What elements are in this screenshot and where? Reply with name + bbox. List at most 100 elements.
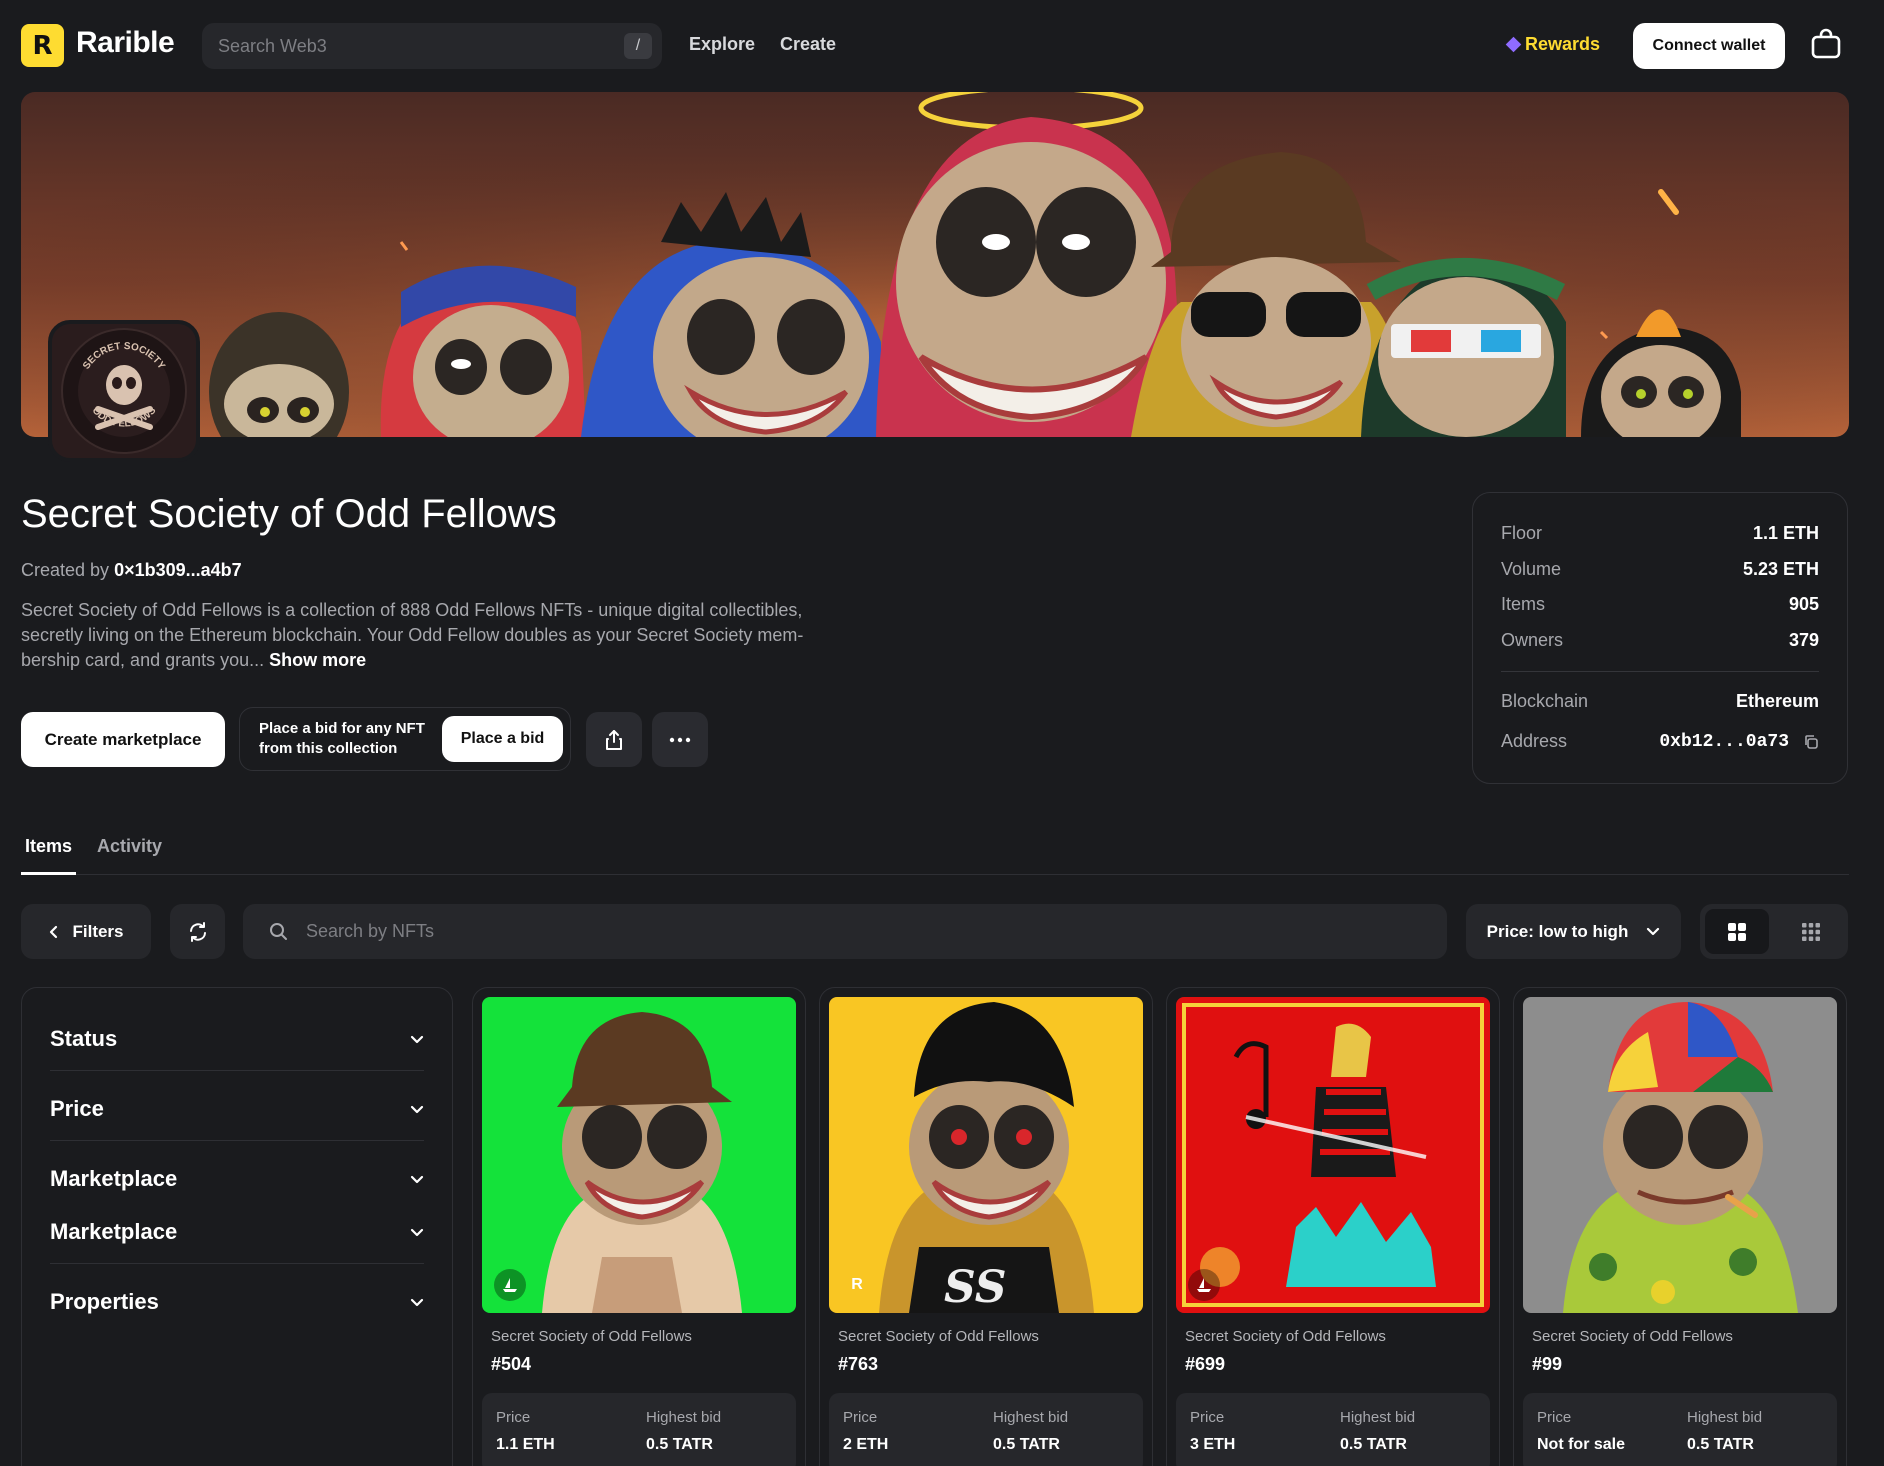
tabs-divider — [21, 874, 1849, 875]
highest-bid-label: Highest bid — [1687, 1409, 1763, 1426]
diamond-icon — [1505, 36, 1522, 53]
card-token-name[interactable]: #699 — [1185, 1354, 1225, 1375]
chevron-left-icon — [50, 925, 58, 938]
card-collection: Secret Society of Odd Fellows — [491, 1328, 692, 1345]
chevron-down-icon — [410, 1105, 424, 1113]
highest-bid-label: Highest bid — [1340, 1409, 1416, 1426]
price-label: Price — [496, 1409, 531, 1426]
chevron-down-icon — [410, 1035, 424, 1043]
card-price-box: Price 3 ETH Highest bid 0.5 TATR — [1176, 1393, 1490, 1466]
nft-image[interactable]: SS R — [829, 997, 1143, 1313]
collection-banner — [21, 92, 1849, 437]
stat-blockchain: Blockchain Ethereum — [1501, 691, 1819, 712]
stat-address: Address 0xb12...0a73 — [1501, 731, 1819, 752]
stat-items: Items 905 — [1501, 594, 1819, 615]
card-token-name[interactable]: #99 — [1532, 1354, 1562, 1375]
rarible-badge-letter: R — [851, 1276, 863, 1293]
created-by-label: Created by — [21, 560, 110, 580]
nft-card[interactable]: Secret Society of Odd Fellows #504 Price… — [472, 987, 806, 1466]
search-shortcut-key: / — [624, 33, 652, 59]
creator-address[interactable]: 0×1b309...a4b7 — [114, 560, 242, 580]
contract-address: 0xb12...0a73 — [1659, 731, 1789, 752]
tab-items[interactable]: Items — [25, 836, 72, 857]
nft-card[interactable]: Secret Society of Odd Fellows #699 Price… — [1166, 987, 1500, 1466]
nft-image[interactable] — [482, 997, 796, 1313]
view-small-grid-button[interactable] — [1779, 909, 1843, 954]
nav-explore[interactable]: Explore — [689, 34, 755, 55]
sort-dropdown[interactable]: Price: low to high — [1466, 904, 1681, 959]
search-icon — [270, 923, 287, 940]
nav-create[interactable]: Create — [780, 34, 836, 55]
connect-wallet-button[interactable]: Connect wallet — [1633, 23, 1785, 69]
copy-icon[interactable] — [1803, 734, 1819, 750]
stat-label: Volume — [1501, 559, 1562, 579]
collection-avatar: SECRET SOCIETY ODD FELLOWS — [48, 320, 200, 462]
price-label: Price — [843, 1409, 878, 1426]
collection-description: Secret Society of Odd Fellows is a colle… — [21, 598, 851, 673]
filters-toggle-button[interactable]: Filters — [21, 904, 151, 959]
odd-fellows-logo: SECRET SOCIETY ODD FELLOWS — [61, 328, 187, 454]
refresh-icon — [189, 921, 206, 942]
share-button[interactable] — [586, 712, 642, 767]
create-marketplace-button[interactable]: Create marketplace — [21, 712, 225, 767]
card-token-name[interactable]: #763 — [838, 1354, 878, 1375]
refresh-button[interactable] — [170, 904, 225, 959]
filters-label: Filters — [72, 921, 124, 941]
filter-status[interactable]: Status — [50, 1026, 424, 1052]
collection-title: Secret Society of Odd Fellows — [21, 492, 557, 536]
filter-divider — [50, 1263, 424, 1264]
filter-divider — [50, 1070, 424, 1071]
sort-label: Price: low to high — [1486, 921, 1629, 941]
view-large-grid-button[interactable] — [1705, 909, 1769, 954]
place-bid-button[interactable]: Place a bid — [442, 716, 563, 762]
share-icon — [606, 729, 622, 750]
collection-bid-group: Place a bid for any NFT from this collec… — [239, 707, 571, 771]
chevron-down-icon — [410, 1175, 424, 1183]
address-group: 0xb12...0a73 — [1659, 731, 1819, 752]
rarible-logo[interactable]: R — [21, 24, 64, 67]
card-collection: Secret Society of Odd Fellows — [838, 1328, 1039, 1345]
view-toggle — [1700, 904, 1848, 959]
nft-card[interactable]: Secret Society of Odd Fellows #99 Price … — [1513, 987, 1847, 1466]
stat-label: Items — [1501, 594, 1546, 614]
brand-name[interactable]: Rarible — [76, 26, 175, 60]
stat-label: Owners — [1501, 630, 1564, 650]
highest-bid-value: 0.5 TATR — [993, 1436, 1060, 1453]
shopping-bag-icon[interactable] — [1810, 28, 1842, 60]
show-more-link[interactable]: Show more — [269, 650, 366, 670]
filter-price[interactable]: Price — [50, 1096, 424, 1122]
stat-value: 5.23 ETH — [1742, 559, 1819, 579]
chevron-down-icon — [410, 1298, 424, 1306]
chain-badge — [494, 1269, 526, 1301]
stat-value: Ethereum — [1735, 691, 1819, 711]
nft-search[interactable] — [243, 904, 1447, 959]
filter-marketplace[interactable]: Marketplace — [50, 1166, 424, 1192]
card-price-box: Price 1.1 ETH Highest bid 0.5 TATR — [482, 1393, 796, 1466]
nft-search-input[interactable] — [306, 904, 1406, 959]
rewards-link[interactable]: Rewards — [1505, 34, 1600, 55]
global-search[interactable]: / — [202, 23, 662, 69]
filter-label: Price — [50, 1096, 104, 1121]
tab-activity[interactable]: Activity — [97, 836, 162, 857]
filter-label: Marketplace — [50, 1219, 178, 1244]
price-value: 1.1 ETH — [496, 1436, 555, 1453]
global-search-input[interactable] — [218, 23, 598, 69]
ship-icon — [1197, 1278, 1211, 1292]
nft-art — [542, 1012, 742, 1313]
stat-floor: Floor 1.1 ETH — [1501, 523, 1819, 544]
filter-properties[interactable]: Properties — [50, 1289, 424, 1315]
filter-divider — [50, 1140, 424, 1141]
card-token-name[interactable]: #504 — [491, 1354, 531, 1375]
filter-marketplace-2[interactable]: Marketplace — [50, 1219, 424, 1245]
nft-card[interactable]: SS R Secret Society of Odd Fellows #763 … — [819, 987, 1153, 1466]
highest-bid-value: 0.5 TATR — [1340, 1436, 1407, 1453]
nft-image[interactable] — [1176, 997, 1490, 1313]
description-text: Secret Society of Odd Fellows is a colle… — [21, 600, 804, 670]
nft-art: SS — [879, 1002, 1094, 1313]
card-price-box: Price Not for sale Highest bid 0.5 TATR — [1523, 1393, 1837, 1466]
card-art-text: SS — [944, 1262, 1007, 1313]
nft-image[interactable] — [1523, 997, 1837, 1313]
stat-volume: Volume 5.23 ETH — [1501, 559, 1819, 580]
stat-label: Floor — [1501, 523, 1543, 543]
more-options-button[interactable] — [652, 712, 708, 767]
